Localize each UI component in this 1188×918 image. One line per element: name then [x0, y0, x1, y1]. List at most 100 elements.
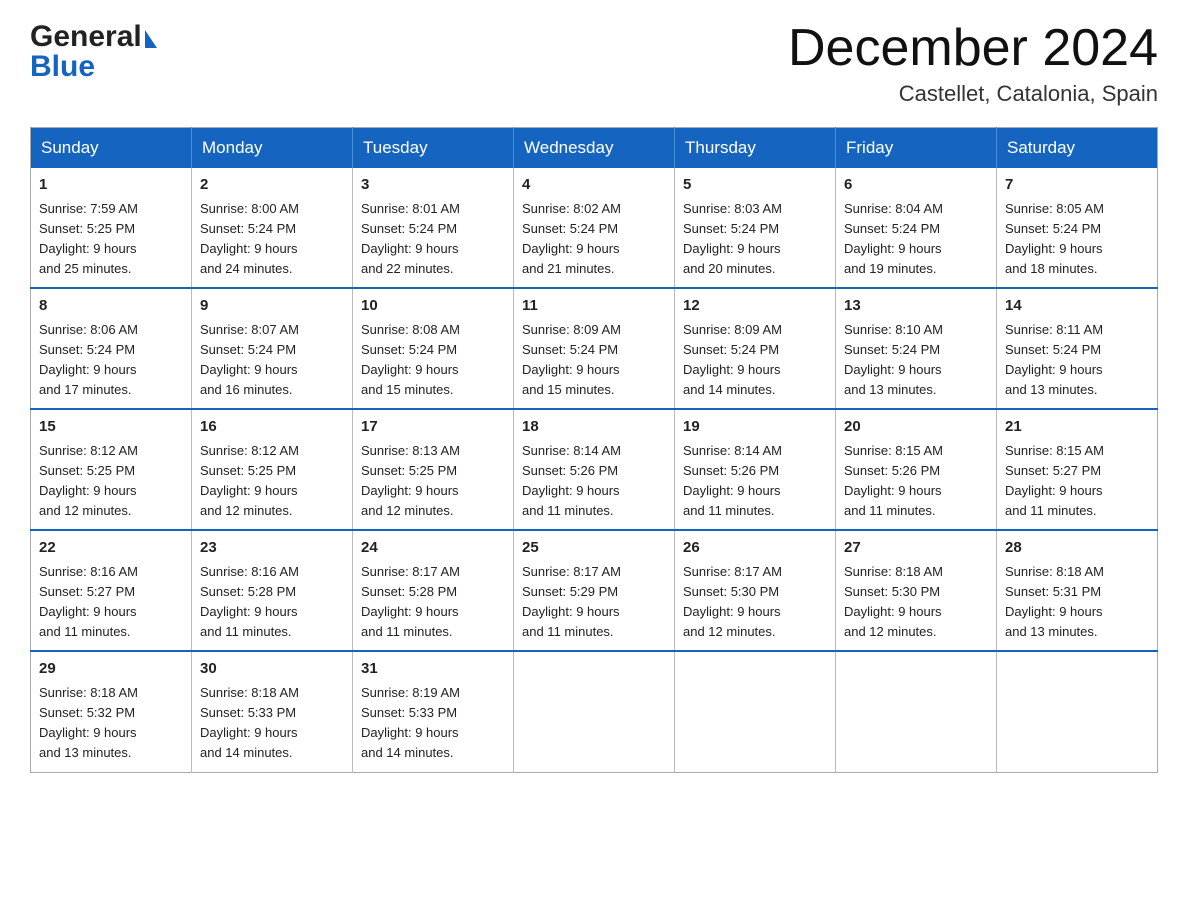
day-info: Sunrise: 8:02 AMSunset: 5:24 PMDaylight:… [522, 199, 666, 280]
calendar-cell: 26Sunrise: 8:17 AMSunset: 5:30 PMDayligh… [675, 530, 836, 651]
calendar-cell: 2Sunrise: 8:00 AMSunset: 5:24 PMDaylight… [192, 168, 353, 288]
day-number: 31 [361, 658, 505, 681]
calendar-cell: 9Sunrise: 8:07 AMSunset: 5:24 PMDaylight… [192, 288, 353, 409]
day-number: 4 [522, 174, 666, 197]
day-number: 17 [361, 416, 505, 439]
calendar-cell: 15Sunrise: 8:12 AMSunset: 5:25 PMDayligh… [31, 409, 192, 530]
day-info: Sunrise: 8:19 AMSunset: 5:33 PMDaylight:… [361, 683, 505, 764]
header-thursday: Thursday [675, 128, 836, 169]
calendar-cell: 12Sunrise: 8:09 AMSunset: 5:24 PMDayligh… [675, 288, 836, 409]
day-info: Sunrise: 8:15 AMSunset: 5:26 PMDaylight:… [844, 441, 988, 522]
calendar-cell: 18Sunrise: 8:14 AMSunset: 5:26 PMDayligh… [514, 409, 675, 530]
calendar-cell: 16Sunrise: 8:12 AMSunset: 5:25 PMDayligh… [192, 409, 353, 530]
day-info: Sunrise: 8:10 AMSunset: 5:24 PMDaylight:… [844, 320, 988, 401]
day-number: 8 [39, 295, 183, 318]
calendar-cell: 22Sunrise: 8:16 AMSunset: 5:27 PMDayligh… [31, 530, 192, 651]
day-number: 9 [200, 295, 344, 318]
day-info: Sunrise: 8:17 AMSunset: 5:28 PMDaylight:… [361, 562, 505, 643]
logo-general-text: General [30, 20, 142, 54]
day-info: Sunrise: 8:11 AMSunset: 5:24 PMDaylight:… [1005, 320, 1149, 401]
day-info: Sunrise: 8:01 AMSunset: 5:24 PMDaylight:… [361, 199, 505, 280]
day-info: Sunrise: 8:05 AMSunset: 5:24 PMDaylight:… [1005, 199, 1149, 280]
header-monday: Monday [192, 128, 353, 169]
calendar-cell: 1Sunrise: 7:59 AMSunset: 5:25 PMDaylight… [31, 168, 192, 288]
calendar-cell: 20Sunrise: 8:15 AMSunset: 5:26 PMDayligh… [836, 409, 997, 530]
calendar-cell [836, 651, 997, 772]
day-info: Sunrise: 8:16 AMSunset: 5:27 PMDaylight:… [39, 562, 183, 643]
calendar-cell [997, 651, 1158, 772]
header-wednesday: Wednesday [514, 128, 675, 169]
day-info: Sunrise: 8:08 AMSunset: 5:24 PMDaylight:… [361, 320, 505, 401]
day-number: 16 [200, 416, 344, 439]
location-title: Castellet, Catalonia, Spain [788, 81, 1158, 107]
calendar-cell: 29Sunrise: 8:18 AMSunset: 5:32 PMDayligh… [31, 651, 192, 772]
calendar-cell: 8Sunrise: 8:06 AMSunset: 5:24 PMDaylight… [31, 288, 192, 409]
header-friday: Friday [836, 128, 997, 169]
calendar-cell: 23Sunrise: 8:16 AMSunset: 5:28 PMDayligh… [192, 530, 353, 651]
calendar-cell: 24Sunrise: 8:17 AMSunset: 5:28 PMDayligh… [353, 530, 514, 651]
day-number: 26 [683, 537, 827, 560]
day-info: Sunrise: 8:12 AMSunset: 5:25 PMDaylight:… [200, 441, 344, 522]
day-number: 14 [1005, 295, 1149, 318]
day-info: Sunrise: 8:04 AMSunset: 5:24 PMDaylight:… [844, 199, 988, 280]
day-info: Sunrise: 8:14 AMSunset: 5:26 PMDaylight:… [683, 441, 827, 522]
calendar-week-5: 29Sunrise: 8:18 AMSunset: 5:32 PMDayligh… [31, 651, 1158, 772]
header-sunday: Sunday [31, 128, 192, 169]
day-info: Sunrise: 8:00 AMSunset: 5:24 PMDaylight:… [200, 199, 344, 280]
day-info: Sunrise: 8:15 AMSunset: 5:27 PMDaylight:… [1005, 441, 1149, 522]
day-info: Sunrise: 8:16 AMSunset: 5:28 PMDaylight:… [200, 562, 344, 643]
calendar-cell: 27Sunrise: 8:18 AMSunset: 5:30 PMDayligh… [836, 530, 997, 651]
day-info: Sunrise: 8:14 AMSunset: 5:26 PMDaylight:… [522, 441, 666, 522]
calendar-cell: 4Sunrise: 8:02 AMSunset: 5:24 PMDaylight… [514, 168, 675, 288]
day-info: Sunrise: 8:18 AMSunset: 5:30 PMDaylight:… [844, 562, 988, 643]
calendar-cell: 11Sunrise: 8:09 AMSunset: 5:24 PMDayligh… [514, 288, 675, 409]
day-info: Sunrise: 7:59 AMSunset: 5:25 PMDaylight:… [39, 199, 183, 280]
calendar-header-row: SundayMondayTuesdayWednesdayThursdayFrid… [31, 128, 1158, 169]
calendar-cell: 25Sunrise: 8:17 AMSunset: 5:29 PMDayligh… [514, 530, 675, 651]
calendar-week-1: 1Sunrise: 7:59 AMSunset: 5:25 PMDaylight… [31, 168, 1158, 288]
day-info: Sunrise: 8:12 AMSunset: 5:25 PMDaylight:… [39, 441, 183, 522]
day-info: Sunrise: 8:09 AMSunset: 5:24 PMDaylight:… [522, 320, 666, 401]
calendar-cell: 3Sunrise: 8:01 AMSunset: 5:24 PMDaylight… [353, 168, 514, 288]
calendar-week-4: 22Sunrise: 8:16 AMSunset: 5:27 PMDayligh… [31, 530, 1158, 651]
day-number: 11 [522, 295, 666, 318]
day-number: 5 [683, 174, 827, 197]
day-info: Sunrise: 8:07 AMSunset: 5:24 PMDaylight:… [200, 320, 344, 401]
logo-blue-text: Blue [30, 50, 95, 84]
calendar-week-2: 8Sunrise: 8:06 AMSunset: 5:24 PMDaylight… [31, 288, 1158, 409]
page-header: General Blue December 2024 Castellet, Ca… [30, 20, 1158, 107]
day-number: 7 [1005, 174, 1149, 197]
day-info: Sunrise: 8:03 AMSunset: 5:24 PMDaylight:… [683, 199, 827, 280]
calendar-cell: 21Sunrise: 8:15 AMSunset: 5:27 PMDayligh… [997, 409, 1158, 530]
day-info: Sunrise: 8:06 AMSunset: 5:24 PMDaylight:… [39, 320, 183, 401]
day-number: 10 [361, 295, 505, 318]
calendar-cell: 5Sunrise: 8:03 AMSunset: 5:24 PMDaylight… [675, 168, 836, 288]
day-number: 28 [1005, 537, 1149, 560]
calendar-cell: 30Sunrise: 8:18 AMSunset: 5:33 PMDayligh… [192, 651, 353, 772]
day-number: 12 [683, 295, 827, 318]
calendar-cell: 13Sunrise: 8:10 AMSunset: 5:24 PMDayligh… [836, 288, 997, 409]
day-info: Sunrise: 8:17 AMSunset: 5:30 PMDaylight:… [683, 562, 827, 643]
header-saturday: Saturday [997, 128, 1158, 169]
day-number: 22 [39, 537, 183, 560]
logo-arrow-icon [145, 30, 157, 48]
day-number: 21 [1005, 416, 1149, 439]
day-number: 19 [683, 416, 827, 439]
calendar-cell: 6Sunrise: 8:04 AMSunset: 5:24 PMDaylight… [836, 168, 997, 288]
day-number: 29 [39, 658, 183, 681]
day-number: 23 [200, 537, 344, 560]
day-number: 1 [39, 174, 183, 197]
day-info: Sunrise: 8:18 AMSunset: 5:32 PMDaylight:… [39, 683, 183, 764]
calendar-cell [675, 651, 836, 772]
day-number: 18 [522, 416, 666, 439]
calendar-cell: 28Sunrise: 8:18 AMSunset: 5:31 PMDayligh… [997, 530, 1158, 651]
title-section: December 2024 Castellet, Catalonia, Spai… [788, 20, 1158, 107]
day-number: 24 [361, 537, 505, 560]
calendar-cell: 10Sunrise: 8:08 AMSunset: 5:24 PMDayligh… [353, 288, 514, 409]
calendar-cell [514, 651, 675, 772]
day-info: Sunrise: 8:09 AMSunset: 5:24 PMDaylight:… [683, 320, 827, 401]
logo: General Blue [30, 20, 157, 84]
day-number: 13 [844, 295, 988, 318]
calendar-cell: 14Sunrise: 8:11 AMSunset: 5:24 PMDayligh… [997, 288, 1158, 409]
day-info: Sunrise: 8:13 AMSunset: 5:25 PMDaylight:… [361, 441, 505, 522]
